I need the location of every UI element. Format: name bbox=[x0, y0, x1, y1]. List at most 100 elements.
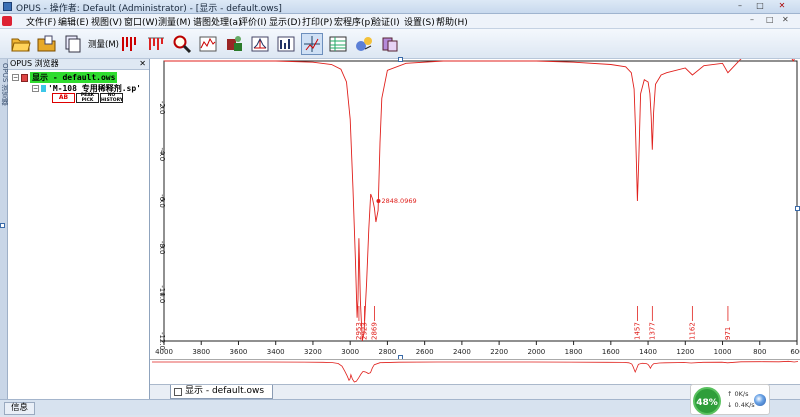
data-blocks: AB PEAK PICK NO HISTORY bbox=[52, 93, 123, 103]
app-icon bbox=[3, 2, 12, 11]
collapse-icon[interactable]: − bbox=[12, 74, 19, 81]
network-gauge: 48% bbox=[693, 387, 721, 415]
library-search-icon[interactable] bbox=[379, 33, 401, 55]
x-tick-label: 3400 bbox=[267, 348, 285, 356]
overview-panel[interactable] bbox=[150, 359, 800, 384]
display-window-icon bbox=[21, 73, 28, 82]
spectrum-window-icon[interactable] bbox=[197, 33, 219, 55]
y-tick-label: -6.0 bbox=[158, 194, 166, 208]
menu-bar: 文件(F) 编辑(E) 视图(V) 窗口(W) 测量(M) 谱图处理(a) 评价… bbox=[0, 14, 800, 29]
doc-close-button[interactable]: ✕ bbox=[782, 15, 789, 24]
tab-label: 显示 - default.ows bbox=[185, 386, 265, 396]
y-tick-label: -8.0 bbox=[158, 241, 166, 255]
download-speed: ↓ 0.4K/s bbox=[727, 401, 755, 409]
doc-minimize-button[interactable]: – bbox=[750, 15, 754, 24]
browser-side-tab[interactable]: OPUS 浏览器 bbox=[0, 59, 9, 399]
integration-icon[interactable] bbox=[275, 33, 297, 55]
minimize-button[interactable]: – bbox=[732, 1, 748, 12]
tree-root-label[interactable]: 显示 - default.ows bbox=[30, 72, 118, 83]
peak-label: 971 bbox=[724, 327, 732, 340]
copy-pages-icon[interactable] bbox=[62, 33, 84, 55]
annotation-marker bbox=[376, 199, 381, 203]
macro-run-icon[interactable] bbox=[353, 33, 375, 55]
network-speed-widget[interactable]: 48% ↑ 0K/s ↓ 0.4K/s bbox=[690, 384, 770, 415]
x-tick-label: 1000 bbox=[714, 348, 732, 356]
peak-label: 1377 bbox=[648, 322, 656, 340]
measure-toolbar-label[interactable]: 测量(M) bbox=[88, 38, 119, 50]
x-tick-label: 1200 bbox=[676, 348, 694, 356]
data-block-peak[interactable]: PEAK PICK bbox=[76, 93, 99, 103]
opus-browser-panel: OPUS 浏览器 ✕ − 显示 - default.ows − 'M-108 专… bbox=[8, 59, 150, 399]
x-tick-label: 3800 bbox=[192, 348, 210, 356]
title-bar: OPUS - 操作者: Default (Administrator) - [显… bbox=[0, 0, 800, 14]
menu-display[interactable]: 显示(D) bbox=[269, 15, 301, 28]
menu-print[interactable]: 打印(P) bbox=[302, 15, 332, 28]
menu-validate[interactable]: 验证(I) bbox=[372, 15, 400, 28]
y-tick-label: -4.0 bbox=[158, 147, 166, 161]
resize-handle[interactable] bbox=[398, 57, 403, 62]
menu-view[interactable]: 视图(V) bbox=[91, 15, 122, 28]
peak-label: 1162 bbox=[688, 322, 696, 340]
overview-line bbox=[152, 360, 799, 383]
table-report-icon[interactable] bbox=[327, 33, 349, 55]
block-label: AB bbox=[58, 94, 69, 101]
menu-evaluate[interactable]: 评价(I) bbox=[239, 15, 267, 28]
peak-window-icon[interactable] bbox=[249, 33, 271, 55]
tab-display-default[interactable]: 显示 - default.ows bbox=[170, 385, 274, 399]
close-button[interactable]: ✕ bbox=[774, 1, 790, 12]
data-block-ab[interactable]: AB bbox=[52, 93, 75, 103]
x-tick-label: 1600 bbox=[602, 348, 620, 356]
upload-speed: ↑ 0K/s bbox=[727, 390, 749, 398]
data-block-history[interactable]: NO HISTORY bbox=[100, 93, 123, 103]
resize-handle[interactable] bbox=[0, 223, 5, 228]
baseline-correction-icon[interactable] bbox=[223, 33, 245, 55]
network-globe-icon bbox=[754, 394, 766, 406]
spectrum-plot[interactable]: 4000 3800 3600 3400 3200 3000 2800 2600 2400 2200… bbox=[150, 59, 800, 359]
info-status[interactable]: 信息 bbox=[4, 402, 36, 415]
x-tick-label: 1800 bbox=[565, 348, 583, 356]
display-tab-icon bbox=[174, 388, 182, 396]
tree-root-item[interactable]: − 显示 - default.ows bbox=[12, 72, 118, 83]
menu-file[interactable]: 文件(F) bbox=[26, 15, 56, 28]
toolbar: 测量(M) bbox=[0, 29, 800, 59]
x-tick-label: 3000 bbox=[341, 348, 359, 356]
browser-header: OPUS 浏览器 ✕ bbox=[8, 59, 149, 70]
menu-measure[interactable]: 测量(M) bbox=[158, 15, 191, 28]
crosshair-cursor-icon[interactable] bbox=[301, 33, 323, 55]
menu-window[interactable]: 窗口(W) bbox=[124, 15, 158, 28]
x-tick-label: 1400 bbox=[639, 348, 657, 356]
peak-label: 2923 bbox=[361, 322, 369, 340]
search-icon[interactable] bbox=[171, 33, 193, 55]
x-tick-label: 600 bbox=[790, 348, 800, 356]
maximize-button[interactable]: □ bbox=[752, 1, 768, 12]
x-tick-label: 2000 bbox=[527, 348, 545, 356]
annotation-label: 2848.0969 bbox=[381, 197, 416, 205]
x-tick-label: 2200 bbox=[490, 348, 508, 356]
load-file-icon[interactable] bbox=[36, 33, 58, 55]
status-bar: 信息 bbox=[0, 399, 800, 415]
collapse-icon[interactable]: − bbox=[32, 85, 39, 92]
menu-help[interactable]: 帮助(H) bbox=[436, 15, 468, 28]
browser-close-icon[interactable]: ✕ bbox=[139, 59, 146, 69]
x-tick-label: 3200 bbox=[304, 348, 322, 356]
y-tick-label: -10.0 bbox=[158, 285, 166, 303]
resize-handle[interactable] bbox=[795, 206, 800, 211]
spectrum-bars-icon[interactable] bbox=[119, 33, 141, 55]
spectrum-display-window: 4000 3800 3600 3400 3200 3000 2800 2600 2400 2200… bbox=[150, 59, 800, 384]
menu-settings[interactable]: 设置(S) bbox=[404, 15, 435, 28]
window-title: OPUS - 操作者: Default (Administrator) - [显… bbox=[16, 4, 282, 14]
menu-spectrum-processing[interactable]: 谱图处理(a) bbox=[193, 15, 242, 28]
doc-restore-button[interactable]: □ bbox=[766, 15, 774, 24]
menu-edit[interactable]: 编辑(E) bbox=[58, 15, 89, 28]
overview-plot bbox=[152, 360, 799, 383]
spectrum-file-icon bbox=[41, 85, 46, 92]
block-label: HISTORY bbox=[101, 97, 124, 103]
menu-macro[interactable]: 宏程序(p) bbox=[334, 15, 374, 28]
open-folder-icon[interactable] bbox=[10, 33, 32, 55]
x-tick-label: 2600 bbox=[416, 348, 434, 356]
x-tick-label: 3600 bbox=[230, 348, 248, 356]
upload-speed-value: 0K/s bbox=[734, 390, 749, 398]
download-speed-value: 0.4K/s bbox=[734, 401, 755, 409]
document-icon bbox=[2, 16, 12, 26]
peak-bars-icon[interactable] bbox=[145, 33, 167, 55]
